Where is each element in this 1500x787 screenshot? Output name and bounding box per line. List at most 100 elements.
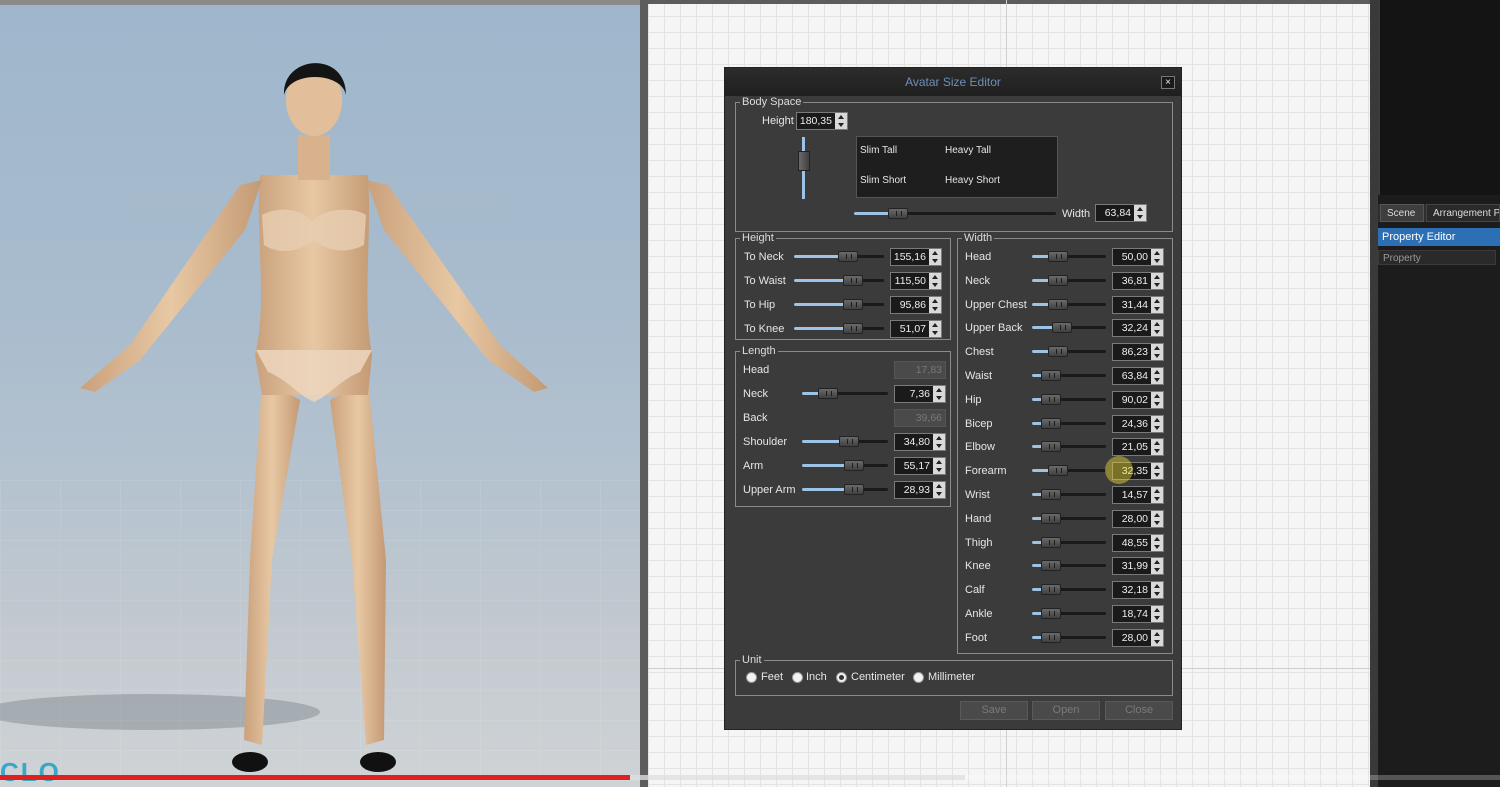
width-waist-field[interactable]: 63,84 [1112, 367, 1164, 385]
slider-thumb[interactable] [1040, 417, 1061, 429]
height-to-waist-field-spinner[interactable] [929, 273, 941, 289]
body-height-vslider[interactable] [798, 137, 810, 199]
unit-radio-centimeter[interactable] [836, 672, 847, 683]
slider-thumb[interactable] [838, 251, 858, 262]
width-upper-back-field[interactable]: 32,24 [1112, 319, 1164, 338]
width-neck-slider[interactable] [1032, 274, 1106, 287]
slider-thumb[interactable] [842, 275, 863, 286]
width-bicep-field[interactable]: 24,36 [1112, 414, 1164, 433]
width-thigh-field-spinner[interactable] [1151, 534, 1163, 551]
preset-slim-short[interactable]: Slim Short [860, 175, 906, 186]
width-calf-field[interactable]: 32,18 [1112, 581, 1164, 600]
width-upper-chest-field-spinner[interactable] [1151, 296, 1163, 313]
width-waist-field-spinner[interactable] [1151, 368, 1163, 384]
width-ankle-field[interactable]: 18,74 [1112, 605, 1164, 623]
body-width-field[interactable]: 63,84 [1095, 204, 1147, 222]
slider-thumb[interactable] [843, 484, 864, 495]
width-knee-slider[interactable] [1032, 560, 1106, 572]
slider-thumb[interactable] [1040, 489, 1061, 500]
close-button[interactable]: Close [1105, 701, 1173, 720]
body-width-slider[interactable] [854, 208, 1056, 220]
slider-thumb[interactable] [843, 460, 864, 471]
width-thigh-slider[interactable] [1032, 536, 1106, 549]
slider-thumb[interactable] [1040, 393, 1061, 405]
height-to-knee-field-spinner[interactable] [929, 321, 941, 337]
width-hand-field[interactable]: 28,00 [1112, 509, 1164, 528]
slider-thumb[interactable] [839, 436, 860, 447]
height-to-neck-field-spinner[interactable] [929, 249, 941, 265]
width-head-field[interactable]: 50,00 [1112, 248, 1164, 266]
slider-thumb[interactable] [817, 388, 838, 399]
length-upper-arm-field-spinner[interactable] [933, 482, 945, 498]
unit-radio-inch[interactable] [792, 672, 803, 683]
unit-radio-millimeter[interactable] [913, 672, 924, 683]
width-upper-back-slider[interactable] [1032, 322, 1106, 334]
slider-thumb[interactable] [1040, 512, 1061, 524]
slider-thumb[interactable] [1047, 298, 1068, 310]
width-head-field-spinner[interactable] [1151, 249, 1163, 265]
width-upper-chest-slider[interactable] [1032, 298, 1106, 311]
length-neck-field-spinner[interactable] [933, 386, 945, 402]
height-to-waist-field[interactable]: 115,50 [890, 272, 942, 290]
slider-thumb[interactable] [1040, 370, 1061, 381]
length-shoulder-field-spinner[interactable] [933, 434, 945, 450]
length-arm-slider[interactable] [802, 460, 888, 472]
width-upper-back-field-spinner[interactable] [1151, 320, 1163, 337]
height-to-hip-field-spinner[interactable] [929, 297, 941, 313]
video-progress-bar[interactable] [0, 775, 1500, 780]
height-to-neck-slider[interactable] [794, 251, 884, 263]
slider-thumb[interactable] [1040, 536, 1061, 548]
length-arm-field-spinner[interactable] [933, 458, 945, 474]
dialog-close-button[interactable]: × [1161, 76, 1175, 89]
width-bicep-field-spinner[interactable] [1151, 415, 1163, 432]
body-width-spinner[interactable] [1134, 205, 1146, 221]
width-neck-field-spinner[interactable] [1151, 272, 1163, 289]
width-hand-slider[interactable] [1032, 512, 1106, 525]
width-ankle-field-spinner[interactable] [1151, 606, 1163, 622]
width-chest-field[interactable]: 86,23 [1112, 343, 1164, 362]
width-knee-field-spinner[interactable] [1151, 558, 1163, 575]
length-neck-field[interactable]: 7,36 [894, 385, 946, 403]
body-height-spinner[interactable] [835, 113, 847, 129]
height-to-waist-slider[interactable] [794, 275, 884, 287]
width-elbow-field[interactable]: 21,05 [1112, 438, 1164, 457]
length-upper-arm-slider[interactable] [802, 484, 888, 496]
width-elbow-field-spinner[interactable] [1151, 439, 1163, 456]
height-to-knee-field[interactable]: 51,07 [890, 320, 942, 338]
height-to-neck-field[interactable]: 155,16 [890, 248, 942, 266]
width-hip-field-spinner[interactable] [1151, 391, 1163, 408]
width-forearm-field-spinner[interactable] [1151, 463, 1163, 480]
width-wrist-field[interactable]: 14,57 [1112, 486, 1164, 504]
width-waist-slider[interactable] [1032, 370, 1106, 382]
slider-thumb[interactable] [1051, 322, 1072, 334]
slider-thumb[interactable] [888, 208, 909, 219]
slider-thumb[interactable] [1040, 560, 1061, 572]
slider-thumb[interactable] [1047, 465, 1068, 477]
preset-slim-tall[interactable]: Slim Tall [860, 145, 897, 156]
body-preset-grid[interactable]: Slim Tall Heavy Tall Slim Short Heavy Sh… [856, 136, 1058, 198]
width-elbow-slider[interactable] [1032, 441, 1106, 453]
width-chest-field-spinner[interactable] [1151, 344, 1163, 361]
slider-thumb[interactable] [1040, 584, 1061, 596]
slider-thumb[interactable] [1040, 441, 1061, 453]
width-thigh-field[interactable]: 48,55 [1112, 533, 1164, 552]
slider-thumb[interactable] [1047, 274, 1068, 286]
object-browser[interactable] [1378, 0, 1500, 195]
body-height-field[interactable]: 180,35 [796, 112, 848, 130]
tab-scene[interactable]: Scene [1380, 204, 1424, 222]
preset-heavy-tall[interactable]: Heavy Tall [945, 145, 991, 156]
width-foot-slider[interactable] [1032, 631, 1106, 644]
property-column-header[interactable]: Property [1378, 250, 1496, 265]
width-head-slider[interactable] [1032, 251, 1106, 263]
slider-thumb[interactable] [842, 299, 863, 310]
unit-radio-feet[interactable] [746, 672, 757, 683]
vslider-thumb[interactable] [798, 151, 810, 171]
length-arm-field[interactable]: 55,17 [894, 457, 946, 475]
width-calf-field-spinner[interactable] [1151, 582, 1163, 599]
width-chest-slider[interactable] [1032, 346, 1106, 358]
width-ankle-slider[interactable] [1032, 608, 1106, 620]
length-neck-slider[interactable] [802, 388, 888, 400]
width-foot-field[interactable]: 28,00 [1112, 628, 1164, 647]
save-button[interactable]: Save [960, 701, 1028, 720]
slider-thumb[interactable] [1040, 608, 1061, 619]
